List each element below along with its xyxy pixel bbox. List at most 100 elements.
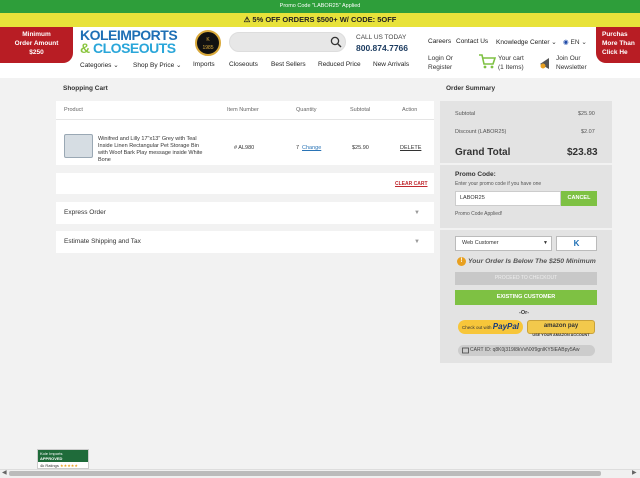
customer-type-select[interactable]: Web Customer ▼ bbox=[455, 236, 552, 251]
product-image[interactable] bbox=[64, 134, 93, 158]
purchase-more-badge[interactable]: Purchas More Than Click He bbox=[596, 27, 640, 63]
cart-footer bbox=[56, 173, 434, 194]
existing-customer-button[interactable]: EXISTING CUSTOMER bbox=[455, 290, 597, 305]
promo-code-input[interactable]: LABOR25 bbox=[455, 191, 561, 206]
careers-link[interactable]: Careers bbox=[428, 38, 451, 45]
login-register-link[interactable]: Login Or Register bbox=[428, 54, 453, 72]
scroll-right-icon[interactable]: ▶ bbox=[632, 469, 637, 478]
cart-count: (1 Items) bbox=[498, 64, 524, 71]
page-title: Shopping Cart bbox=[63, 85, 108, 92]
nav-categories[interactable]: Categories ⌄ bbox=[80, 61, 119, 69]
promo-applied-message: Promo Code Applied! bbox=[455, 211, 503, 217]
phone-number[interactable]: 800.874.7766 bbox=[356, 43, 426, 53]
newsletter-line1: Join Our bbox=[556, 55, 581, 62]
call-us-label: CALL US TODAY bbox=[356, 34, 407, 41]
nav-categories-label: Categories bbox=[80, 62, 112, 69]
chevron-down-icon: ⌄ bbox=[111, 62, 119, 69]
newsletter-line2: Newsletter bbox=[556, 64, 587, 71]
nav-closeouts[interactable]: Closeouts bbox=[229, 61, 258, 68]
language-label: EN bbox=[570, 39, 580, 46]
product-name[interactable]: Winifred and Lilly 17"x13" Grey with Tea… bbox=[98, 136, 208, 164]
paypal-checkout-button[interactable]: Check out with PayPal bbox=[458, 320, 523, 334]
nav-imports[interactable]: Imports bbox=[193, 61, 215, 68]
purchase-badge-line1: Purchas bbox=[602, 31, 628, 38]
or-divider: -Or- bbox=[519, 310, 530, 316]
trust-line2: APPROVED bbox=[40, 456, 63, 461]
estimate-shipping-label: Estimate Shipping and Tax bbox=[64, 238, 141, 245]
amazon-pay-subtitle: USE YOUR AMAZON ACCOUNT bbox=[532, 333, 590, 337]
logo-line2: CLOSEOUTS bbox=[93, 40, 176, 56]
change-quantity-link[interactable]: Change bbox=[302, 145, 321, 151]
trust-badge-footer: 4k Ratings ★★★★★ bbox=[38, 462, 88, 469]
purchase-badge-line3: Click He bbox=[602, 48, 628, 56]
chevron-down-icon: ⌄ bbox=[549, 39, 557, 46]
min-order-line3: $250 bbox=[29, 48, 44, 56]
cart-icon[interactable] bbox=[478, 53, 496, 69]
site-logo[interactable]: KOLEIMPORTS & CLOSEOUTS bbox=[80, 28, 190, 57]
chevron-down-icon: ▼ bbox=[414, 239, 420, 245]
trust-badge-header: Kole Imports APPROVED bbox=[38, 450, 88, 462]
express-order-label: Express Order bbox=[64, 209, 106, 216]
cart-line1: Your cart bbox=[498, 55, 524, 62]
newsletter-link[interactable]: Join Our Newsletter bbox=[556, 54, 587, 72]
purchase-badge-line2: More Than bbox=[602, 39, 635, 47]
trust-approved-badge[interactable]: Kole Imports APPROVED 4k Ratings ★★★★★ bbox=[37, 449, 89, 469]
nav-shop-by-price-label: Shop By Price bbox=[133, 62, 175, 69]
chevron-down-icon: ▼ bbox=[543, 240, 548, 246]
quantity-value: 7 bbox=[296, 145, 300, 151]
cancel-promo-button[interactable]: CANCEL bbox=[561, 191, 597, 206]
promo-notice-bar: Promo Code "LABOR25" Applied bbox=[0, 0, 640, 13]
scroll-left-icon[interactable]: ◀ bbox=[2, 469, 7, 478]
min-order-line2: Order Amount bbox=[14, 39, 59, 47]
grand-total-value: $23.83 bbox=[567, 147, 598, 158]
item-number: # AL980 bbox=[234, 145, 255, 151]
seal-year: 1985 bbox=[202, 45, 214, 51]
grand-total-label: Grand Total bbox=[455, 147, 511, 158]
nav-new-arrivals[interactable]: New Arrivals bbox=[373, 61, 409, 68]
chevron-down-icon: ▼ bbox=[414, 210, 420, 216]
search-icon[interactable] bbox=[330, 36, 342, 48]
proceed-to-checkout-button[interactable]: PROCEED TO CHECKOUT bbox=[455, 272, 597, 285]
order-summary-title: Order Summary bbox=[446, 85, 496, 92]
kole-login-button[interactable]: K bbox=[556, 236, 597, 251]
clear-cart-link[interactable]: CLEAR CART bbox=[395, 181, 428, 187]
trust-line3: 4k Ratings bbox=[40, 463, 59, 468]
chevron-down-icon: ⌄ bbox=[174, 62, 182, 69]
minimum-warning: Your Order Is Below The $250 Minimum bbox=[468, 258, 596, 265]
table-divider bbox=[56, 119, 434, 120]
amazon-pay-button[interactable]: amazon pay bbox=[527, 320, 595, 334]
min-order-line1: Minimum bbox=[22, 31, 51, 38]
discount-value: $2.07 bbox=[581, 129, 595, 135]
cart-id-pill[interactable]: CART ID: q8K0j319I8kVvNXf9gnlKY5lEABpy5A… bbox=[458, 345, 595, 356]
scrollbar-thumb[interactable] bbox=[9, 471, 601, 476]
nav-reduced-price[interactable]: Reduced Price bbox=[318, 61, 361, 68]
since-1985-seal: K 1985 bbox=[195, 30, 221, 56]
column-header-subtotal: Subtotal bbox=[350, 107, 371, 113]
knowledge-center-menu[interactable]: Knowledge Center ⌄ bbox=[496, 38, 557, 46]
column-header-product: Product bbox=[64, 107, 83, 113]
express-order-accordion[interactable]: Express Order ▼ bbox=[56, 202, 434, 224]
estimate-shipping-accordion[interactable]: Estimate Shipping and Tax ▼ bbox=[56, 231, 434, 253]
search-input[interactable] bbox=[229, 32, 346, 52]
promo-banner-text: 5% OFF ORDERS $500+ W/ CODE: 5OFF bbox=[252, 15, 397, 24]
column-header-item-number: Item Number bbox=[227, 107, 259, 113]
paypal-logo: PayPal bbox=[492, 322, 520, 331]
warning-icon: ! bbox=[457, 257, 466, 266]
star-rating-icon: ★★★★★ bbox=[60, 463, 78, 468]
nav-best-sellers[interactable]: Best Sellers bbox=[271, 61, 306, 68]
paypal-prefix: Check out with bbox=[462, 325, 492, 330]
seal-letter: K bbox=[206, 37, 210, 43]
column-header-action: Action bbox=[402, 107, 418, 113]
cart-link[interactable]: Your cart (1 Items) bbox=[498, 54, 524, 72]
customer-type-value: Web Customer bbox=[462, 240, 499, 246]
delete-item-link[interactable]: DELETE bbox=[400, 145, 421, 151]
cart-id-icon bbox=[462, 347, 469, 354]
nav-shop-by-price[interactable]: Shop By Price ⌄ bbox=[133, 61, 181, 69]
item-subtotal: $25.90 bbox=[352, 145, 369, 151]
promo-banner[interactable]: ⚠ 5% OFF ORDERS $500+ W/ CODE: 5OFF bbox=[0, 13, 640, 27]
subtotal-label: Subtotal bbox=[455, 111, 476, 117]
language-selector[interactable]: ◉ EN ⌄ bbox=[563, 38, 587, 46]
contact-us-link[interactable]: Contact Us bbox=[456, 38, 488, 45]
promo-code-label: Promo Code: bbox=[455, 171, 496, 178]
newsletter-icon[interactable] bbox=[538, 54, 554, 70]
